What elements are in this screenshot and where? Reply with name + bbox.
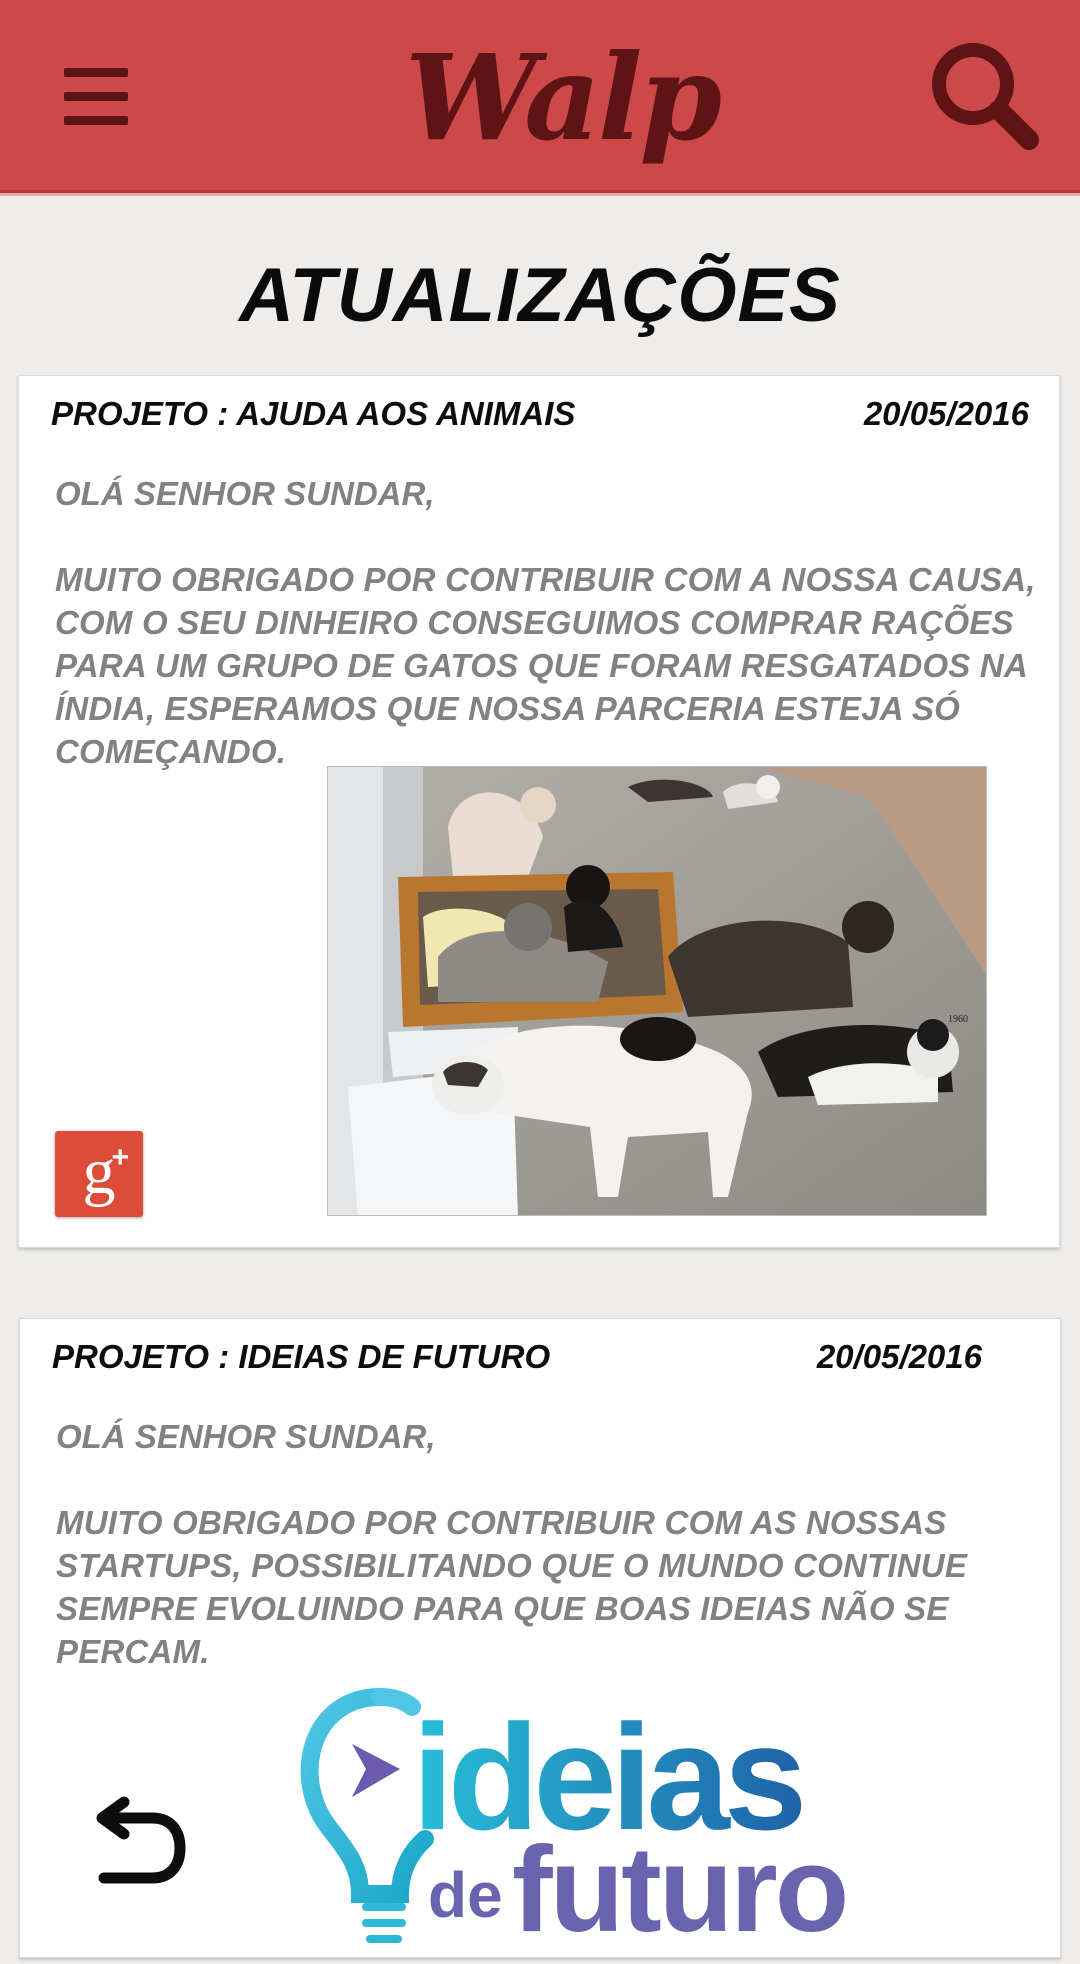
update-card: PROJETO : AJUDA AOS ANIMAIS 20/05/2016 O… — [18, 375, 1060, 1248]
page-title: ATUALIZAÇÕES — [239, 253, 841, 338]
hamburger-menu-icon — [64, 68, 128, 77]
app-logo: Walp — [405, 28, 722, 167]
menu-button[interactable] — [60, 68, 132, 126]
project-name: PROJETO : AJUDA AOS ANIMAIS — [51, 395, 576, 432]
photo-caption: 1960 — [948, 1014, 968, 1025]
google-plus-icon: g — [82, 1135, 116, 1208]
message-text: MUITO OBRIGADO POR CONTRIBUIR COM AS NOS… — [56, 1504, 968, 1670]
hamburger-menu-icon — [64, 116, 128, 125]
search-button[interactable] — [925, 38, 1045, 158]
logo-word-de: de — [428, 1859, 503, 1931]
cats-illustration: 1960 — [328, 767, 986, 1215]
ideias-de-futuro-logo: ideias de futuro — [300, 1669, 960, 1959]
greeting-text: OLÁ SENHOR SUNDAR, — [55, 475, 435, 512]
cats-photo[interactable]: 1960 — [327, 766, 987, 1216]
message-text: MUITO OBRIGADO POR CONTRIBUIR COM A NOSS… — [55, 561, 1036, 770]
project-name: PROJETO : IDEIAS DE FUTURO — [52, 1338, 551, 1375]
app-bar: Walp — [0, 0, 1080, 193]
update-date: 20/05/2016 — [816, 1338, 982, 1375]
hamburger-menu-icon — [64, 92, 128, 101]
greeting-text: OLÁ SENHOR SUNDAR, — [56, 1418, 436, 1455]
back-arrow-icon — [96, 1796, 186, 1884]
google-plus-share-button[interactable]: g + — [55, 1131, 143, 1217]
back-button[interactable] — [88, 1796, 188, 1886]
logo-word-futuro: futuro — [512, 1821, 846, 1957]
update-date: 20/05/2016 — [863, 395, 1029, 432]
google-plus-plus-mark: + — [111, 1141, 129, 1174]
lightbulb-logo-icon: ideias de futuro — [300, 1688, 849, 1957]
search-icon — [932, 43, 1039, 150]
